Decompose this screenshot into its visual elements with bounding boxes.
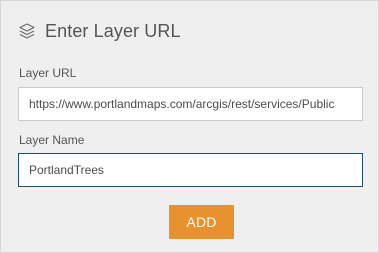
add-layer-panel: Enter Layer URL Layer URL Layer Name ADD <box>0 0 379 253</box>
layer-url-input[interactable] <box>18 87 363 121</box>
layers-icon <box>18 22 36 40</box>
layer-name-input[interactable] <box>18 153 363 187</box>
panel-header: Enter Layer URL <box>18 18 181 44</box>
add-button[interactable]: ADD <box>169 205 234 239</box>
layer-name-label: Layer Name <box>19 133 85 147</box>
layer-url-label: Layer URL <box>19 66 77 80</box>
panel-title: Enter Layer URL <box>45 20 181 41</box>
